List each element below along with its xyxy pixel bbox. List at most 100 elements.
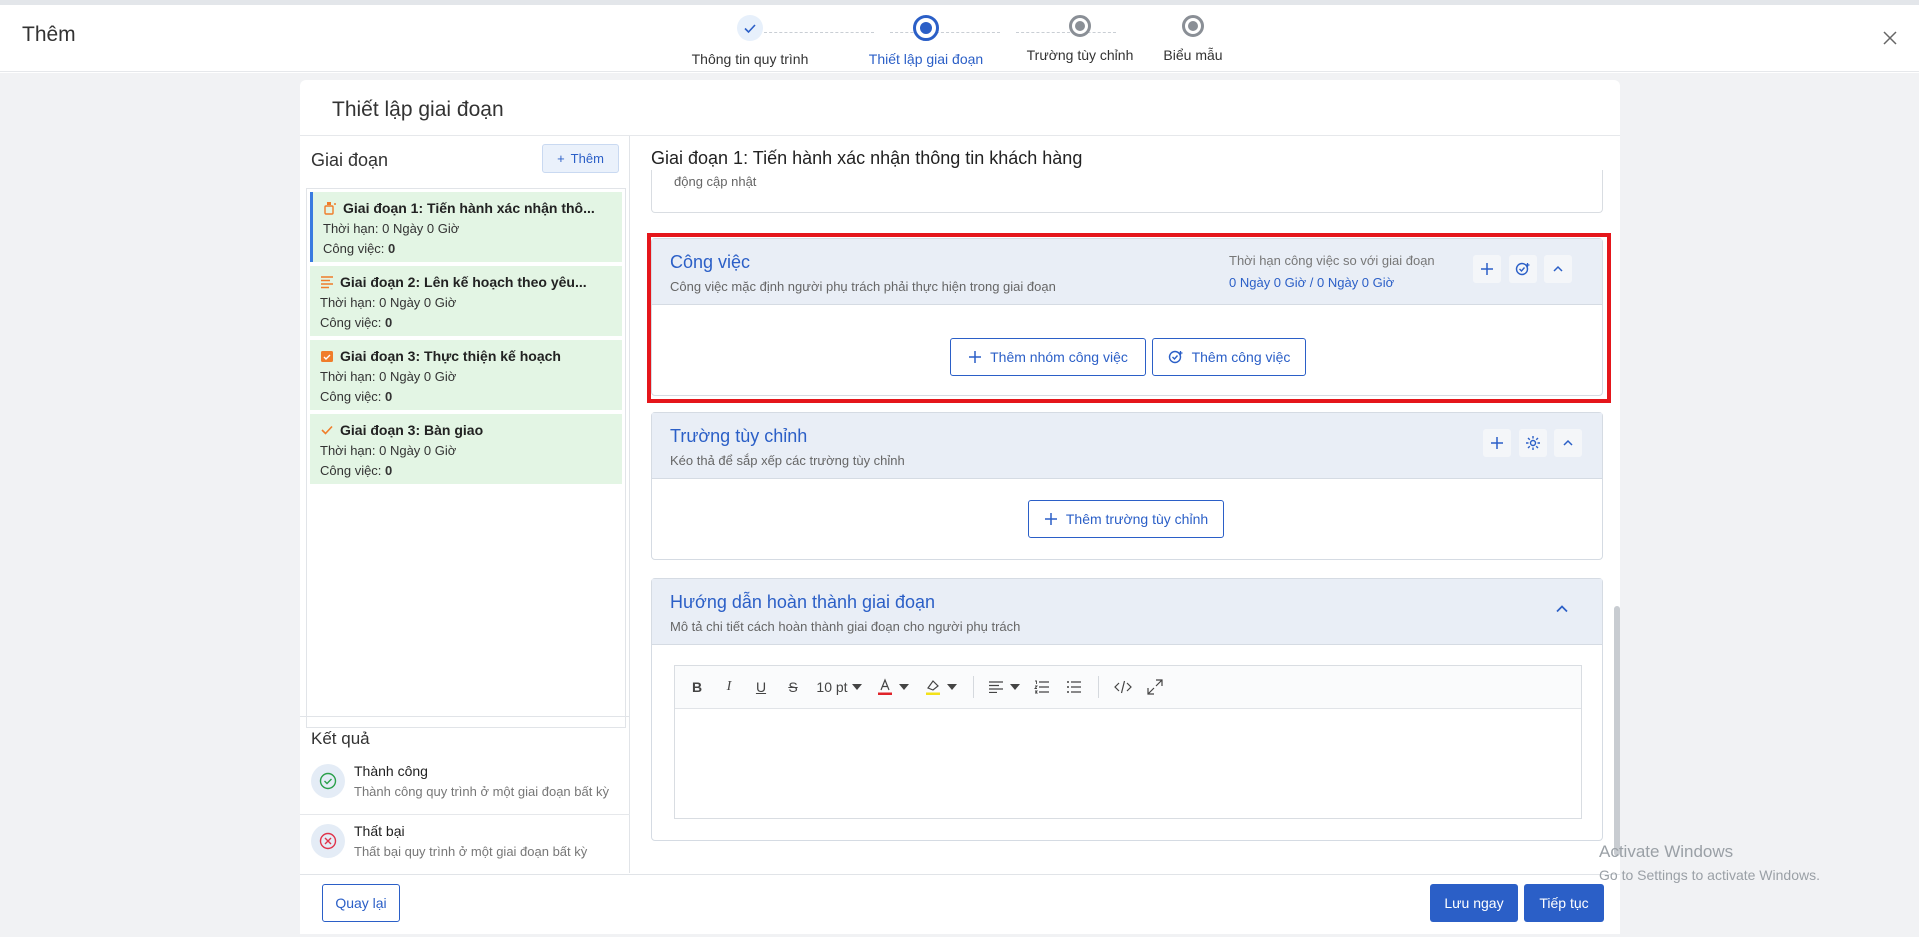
stage-deadline: Thời hạn: 0 Ngày 0 Giờ xyxy=(320,369,457,384)
stage-tasks-count: 0 xyxy=(385,463,393,478)
gear-icon xyxy=(1526,436,1540,450)
stage-tasks-count: 0 xyxy=(385,315,393,330)
stage-tasks-count: 0 xyxy=(385,389,393,404)
stage-deadline: Thời hạn: 0 Ngày 0 Giờ xyxy=(323,221,460,236)
stage-name: Giai đoạn 1: Tiến hành xác nhận thô... xyxy=(343,200,595,216)
fullscreen-button[interactable] xyxy=(1141,673,1169,701)
list-icon xyxy=(321,276,333,289)
success-icon xyxy=(311,764,345,798)
check-icon xyxy=(737,15,763,41)
dialog-title: Thêm xyxy=(22,23,76,46)
source-code-button[interactable] xyxy=(1109,673,1137,701)
custom-fields-subtitle: Kéo thả để sắp xếp các trường tùy chỉnh xyxy=(670,453,905,468)
rich-text-editor[interactable]: B I U S 10 pt xyxy=(674,665,1582,819)
align-button[interactable] xyxy=(984,673,1024,701)
step-active-indicator xyxy=(913,15,939,41)
results-heading: Kết quả xyxy=(311,729,370,748)
editor-toolbar: B I U S 10 pt xyxy=(675,666,1581,709)
stage-setup-card: Thiết lập giai đoạn Giai đoạn + Thêm Gia… xyxy=(300,80,1620,933)
calendar-icon xyxy=(321,351,333,362)
step-label: Biểu mẫu xyxy=(1163,47,1223,63)
underline-button[interactable]: U xyxy=(747,673,775,701)
guide-section: Hướng dẫn hoàn thành giai đoạn Mô tả chi… xyxy=(651,578,1603,841)
bold-button[interactable]: B xyxy=(683,673,711,701)
guide-title: Hướng dẫn hoàn thành giai đoạn xyxy=(670,592,936,612)
plus-icon xyxy=(1044,513,1057,525)
settings-button[interactable] xyxy=(1519,429,1547,457)
step-forms[interactable]: Biểu mẫu xyxy=(1153,15,1233,63)
custom-fields-title: Trường tùy chỉnh xyxy=(670,426,808,446)
scrollbar[interactable] xyxy=(1614,606,1620,856)
plus-icon: + xyxy=(557,151,565,166)
ordered-list-button[interactable] xyxy=(1028,673,1056,701)
stage-item[interactable]: Giai đoạn 1: Tiến hành xác nhận thô... T… xyxy=(310,192,622,262)
back-button[interactable]: Quay lại xyxy=(322,884,400,922)
result-success[interactable]: Thành công Thành công quy trình ở một gi… xyxy=(311,760,621,812)
caret-down-icon xyxy=(899,684,909,690)
strikethrough-button[interactable]: S xyxy=(779,673,807,701)
close-button[interactable] xyxy=(1879,27,1901,49)
italic-button[interactable]: I xyxy=(715,673,743,701)
font-size-select[interactable]: 10 pt xyxy=(811,673,867,701)
add-stage-label: Thêm xyxy=(570,151,604,166)
stage-detail-heading: Giai đoạn 1: Tiến hành xác nhận thông ti… xyxy=(651,148,1083,168)
ordered-list-icon xyxy=(1034,680,1049,694)
stage-tasks-label: Công việc: xyxy=(323,241,385,256)
stage-deadline: Thời hạn: 0 Ngày 0 Giờ xyxy=(320,443,457,458)
highlighter-icon xyxy=(926,680,940,695)
divider xyxy=(300,814,630,815)
stage-item[interactable]: Giai đoạn 2: Lên kế hoạch theo yêu... Th… xyxy=(310,266,622,336)
check-icon xyxy=(321,425,333,435)
result-desc: Thành công quy trình ở một giai đoạn bất… xyxy=(354,784,609,799)
close-icon xyxy=(1883,31,1897,45)
result-failure[interactable]: Thất bại Thất bại quy trình ở một giai đ… xyxy=(311,820,621,872)
previous-section-box: động cập nhật xyxy=(651,170,1603,213)
step-label: Thiết lập giai đoạn xyxy=(868,51,984,67)
stage-name: Giai đoạn 3: Thực thiện kế hoạch xyxy=(340,348,561,364)
windows-watermark-subtitle: Go to Settings to activate Windows. xyxy=(1599,867,1820,883)
result-title: Thất bại xyxy=(354,823,405,839)
dialog-header: Thêm Thông tin quy trình Thiết lập giai … xyxy=(0,5,1919,72)
font-size-value: 10 pt xyxy=(816,679,848,695)
highlight-color-button[interactable] xyxy=(919,673,963,701)
stage-tasks-count: 0 xyxy=(388,241,396,256)
stage-tasks-label: Công việc: xyxy=(320,463,382,478)
caret-down-icon xyxy=(1010,684,1020,690)
code-icon xyxy=(1114,680,1132,694)
step-custom-fields[interactable]: Trường tùy chỉnh xyxy=(1020,15,1140,63)
card-title: Thiết lập giai đoạn xyxy=(332,98,504,121)
collapse-button[interactable] xyxy=(1548,595,1576,623)
font-color-button[interactable] xyxy=(871,673,915,701)
bullet-list-icon xyxy=(1067,681,1081,693)
stages-heading: Giai đoạn xyxy=(311,150,389,170)
add-custom-field-button[interactable]: Thêm trường tùy chỉnh xyxy=(1028,500,1224,538)
align-left-icon xyxy=(989,681,1003,693)
custom-fields-section: Trường tùy chỉnh Kéo thả để sắp xếp các … xyxy=(651,412,1603,560)
chevron-up-icon xyxy=(1563,439,1573,446)
bottle-icon xyxy=(324,202,336,215)
toolbar-separator xyxy=(973,676,974,698)
step-stage-setup[interactable]: Thiết lập giai đoạn xyxy=(866,15,986,67)
caret-down-icon xyxy=(947,684,957,690)
step-label: Thông tin quy trình xyxy=(691,51,809,67)
stage-deadline: Thời hạn: 0 Ngày 0 Giờ xyxy=(320,295,457,310)
add-field-icon-button[interactable] xyxy=(1483,429,1511,457)
stepper: Thông tin quy trình Thiết lập giai đoạn … xyxy=(690,15,1270,75)
font-color-icon xyxy=(878,678,892,695)
collapse-button[interactable] xyxy=(1554,429,1582,457)
step-pending-indicator xyxy=(1182,15,1204,37)
result-title: Thành công xyxy=(354,763,428,779)
results-section: Kết quả Thành công Thành công quy trình … xyxy=(300,716,630,873)
plus-icon xyxy=(1491,437,1503,449)
add-custom-field-label: Thêm trường tùy chỉnh xyxy=(1065,511,1209,527)
step-pending-indicator xyxy=(1069,15,1091,37)
toolbar-separator xyxy=(1098,676,1099,698)
next-button[interactable]: Tiếp tục xyxy=(1524,884,1604,922)
save-button[interactable]: Lưu ngay xyxy=(1430,884,1518,922)
bullet-list-button[interactable] xyxy=(1060,673,1088,701)
step-label: Trường tùy chỉnh xyxy=(1026,47,1134,63)
add-stage-button[interactable]: + Thêm xyxy=(542,144,619,173)
step-process-info[interactable]: Thông tin quy trình xyxy=(690,15,810,67)
stage-item[interactable]: Giai đoạn 3: Bàn giao Thời hạn: 0 Ngày 0… xyxy=(310,414,622,484)
stage-item[interactable]: Giai đoạn 3: Thực thiện kế hoạch Thời hạ… xyxy=(310,340,622,410)
